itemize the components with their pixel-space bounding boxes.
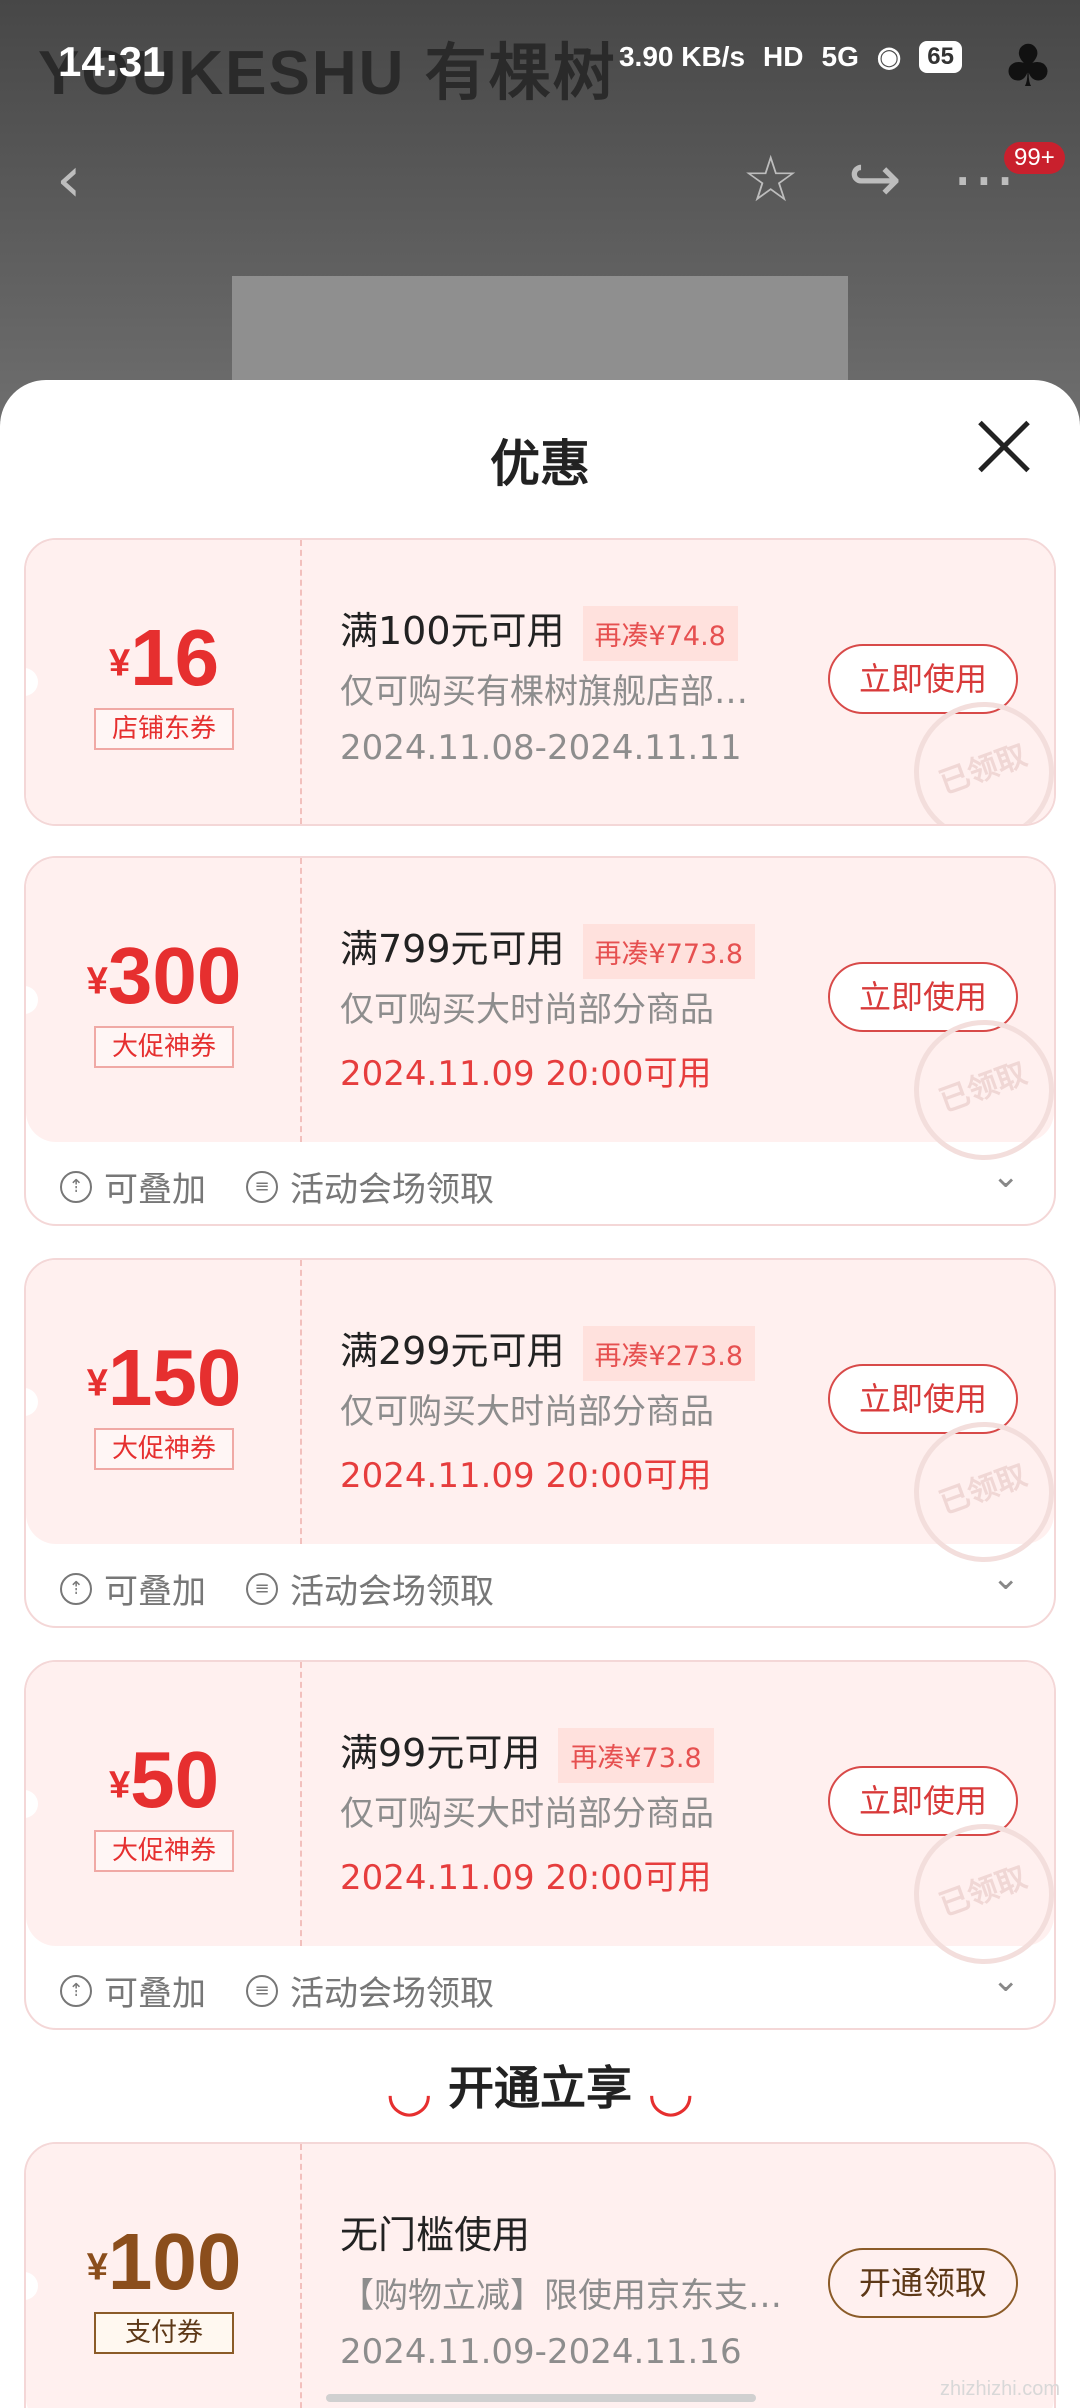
- sheet-title: 优惠: [490, 435, 590, 493]
- payment-coupon-card: ¥100 支付券 无门槛使用 【购物立减】限使用京东支… 2024.11.09-…: [24, 2142, 1056, 2408]
- activate-claim-button[interactable]: 开通领取: [828, 2248, 1018, 2318]
- venue-icon: ≡: [246, 1572, 278, 1605]
- chevron-down-icon[interactable]: ⌄: [992, 1558, 1021, 1598]
- coupon-description: 仅可购买有棵树旗舰店部…: [340, 672, 748, 712]
- remaining-amount: 再凑¥73.8: [558, 1728, 714, 1783]
- favorite-icon[interactable]: ☆: [742, 148, 799, 212]
- watermark: zhizhizhi.com: [939, 2378, 1060, 2400]
- wifi-icon: ◉: [876, 41, 902, 72]
- claim-source-label: 活动会场领取: [290, 1572, 494, 1612]
- stackable-icon: ⇡: [60, 1572, 92, 1605]
- payment-coupon-description: 【购物立减】限使用京东支…: [340, 2276, 782, 2316]
- status-icons: 3.90 KB/s HD 5G ◉ 65: [619, 40, 962, 73]
- coupon-type: 大促神券: [94, 1026, 234, 1068]
- coupon-card: ¥16 店铺东券 满100元可用 再凑¥74.8 仅可购买有棵树旗舰店部… 202…: [24, 538, 1056, 826]
- coupon-rule: 满799元可用 再凑¥773.8: [340, 918, 756, 979]
- coupon-date: 2024.11.09 20:00可用: [340, 1054, 712, 1094]
- coupon-description: 仅可购买大时尚部分商品: [340, 1794, 714, 1834]
- coupon-type: 大促神券: [94, 1428, 234, 1470]
- smile-right-icon: ◡: [650, 2060, 692, 2123]
- status-time: 14:31: [58, 38, 166, 85]
- coupon-card: ¥150 大促神券 满299元可用 再凑¥273.8 仅可购买大时尚部分商品 20…: [24, 1258, 1056, 1628]
- coupon-card: ¥300 大促神券 满799元可用 再凑¥773.8 仅可购买大时尚部分商品 20…: [24, 856, 1056, 1226]
- venue-icon: ≡: [246, 1170, 278, 1203]
- section-title: ◡ 开通立享 ◡: [388, 2060, 692, 2123]
- chevron-down-icon[interactable]: ⌄: [992, 1156, 1021, 1196]
- chevron-down-icon[interactable]: ⌄: [992, 1960, 1021, 2000]
- stackable-label: 可叠加: [104, 1572, 206, 1612]
- back-icon[interactable]: ‹: [56, 148, 82, 212]
- coupon-sheet: 优惠 ¥16 店铺东券 满100元可用 再凑¥74.8 仅可购买有棵树旗舰店部… …: [0, 380, 1080, 2408]
- venue-icon: ≡: [246, 1974, 278, 2007]
- remaining-amount: 再凑¥773.8: [582, 924, 756, 979]
- coupon-type: 大促神券: [94, 1830, 234, 1872]
- coupon-amount: ¥50: [108, 1735, 220, 1824]
- hd-icon: HD: [763, 40, 804, 72]
- claim-source-label: 活动会场领取: [290, 1974, 494, 2014]
- coupon-amount: ¥16: [108, 613, 220, 702]
- coupon-date: 2024.11.08-2024.11.11: [340, 728, 742, 768]
- payment-coupon-amount: ¥100: [86, 2217, 242, 2306]
- remaining-amount: 再凑¥273.8: [582, 1326, 756, 1381]
- clubs-icon: ♣: [1002, 32, 1054, 100]
- coupon-rule: 满100元可用 再凑¥74.8: [340, 600, 738, 661]
- payment-coupon-type: 支付券: [94, 2312, 234, 2354]
- claim-source-label: 活动会场领取: [290, 1170, 494, 1210]
- remaining-amount: 再凑¥74.8: [582, 606, 738, 661]
- coupon-rule: 满299元可用 再凑¥273.8: [340, 1320, 756, 1381]
- smile-left-icon: ◡: [388, 2060, 430, 2123]
- payment-coupon-date: 2024.11.09-2024.11.16: [340, 2332, 742, 2372]
- coupon-date: 2024.11.09 20:00可用: [340, 1858, 712, 1898]
- share-icon[interactable]: ↪: [848, 148, 902, 212]
- stackable-label: 可叠加: [104, 1170, 206, 1210]
- coupon-amount: ¥300: [86, 931, 242, 1020]
- stackable-icon: ⇡: [60, 1170, 92, 1203]
- battery-indicator: 65: [919, 40, 962, 73]
- payment-coupon-rule: 无门槛使用: [340, 2213, 531, 2257]
- home-indicator[interactable]: [326, 2394, 756, 2402]
- coupon-description: 仅可购买大时尚部分商品: [340, 990, 714, 1030]
- signal-label: 5G: [821, 40, 859, 72]
- coupon-rule: 满99元可用 再凑¥73.8: [340, 1722, 714, 1783]
- coupon-amount: ¥150: [86, 1333, 242, 1422]
- stackable-label: 可叠加: [104, 1974, 206, 2014]
- coupon-type: 店铺东券: [94, 708, 234, 750]
- coupon-date: 2024.11.09 20:00可用: [340, 1456, 712, 1496]
- message-badge: 99+: [1004, 142, 1065, 174]
- coupon-card: ¥50 大促神券 满99元可用 再凑¥73.8 仅可购买大时尚部分商品 2024.…: [24, 1660, 1056, 2030]
- coupon-description: 仅可购买大时尚部分商品: [340, 1392, 714, 1432]
- stackable-icon: ⇡: [60, 1974, 92, 2007]
- network-speed: 3.90 KB/s: [618, 40, 746, 72]
- status-bar: 14:31 3.90 KB/s HD 5G ◉ 65 ♣: [0, 0, 1080, 120]
- close-icon[interactable]: [976, 418, 1032, 474]
